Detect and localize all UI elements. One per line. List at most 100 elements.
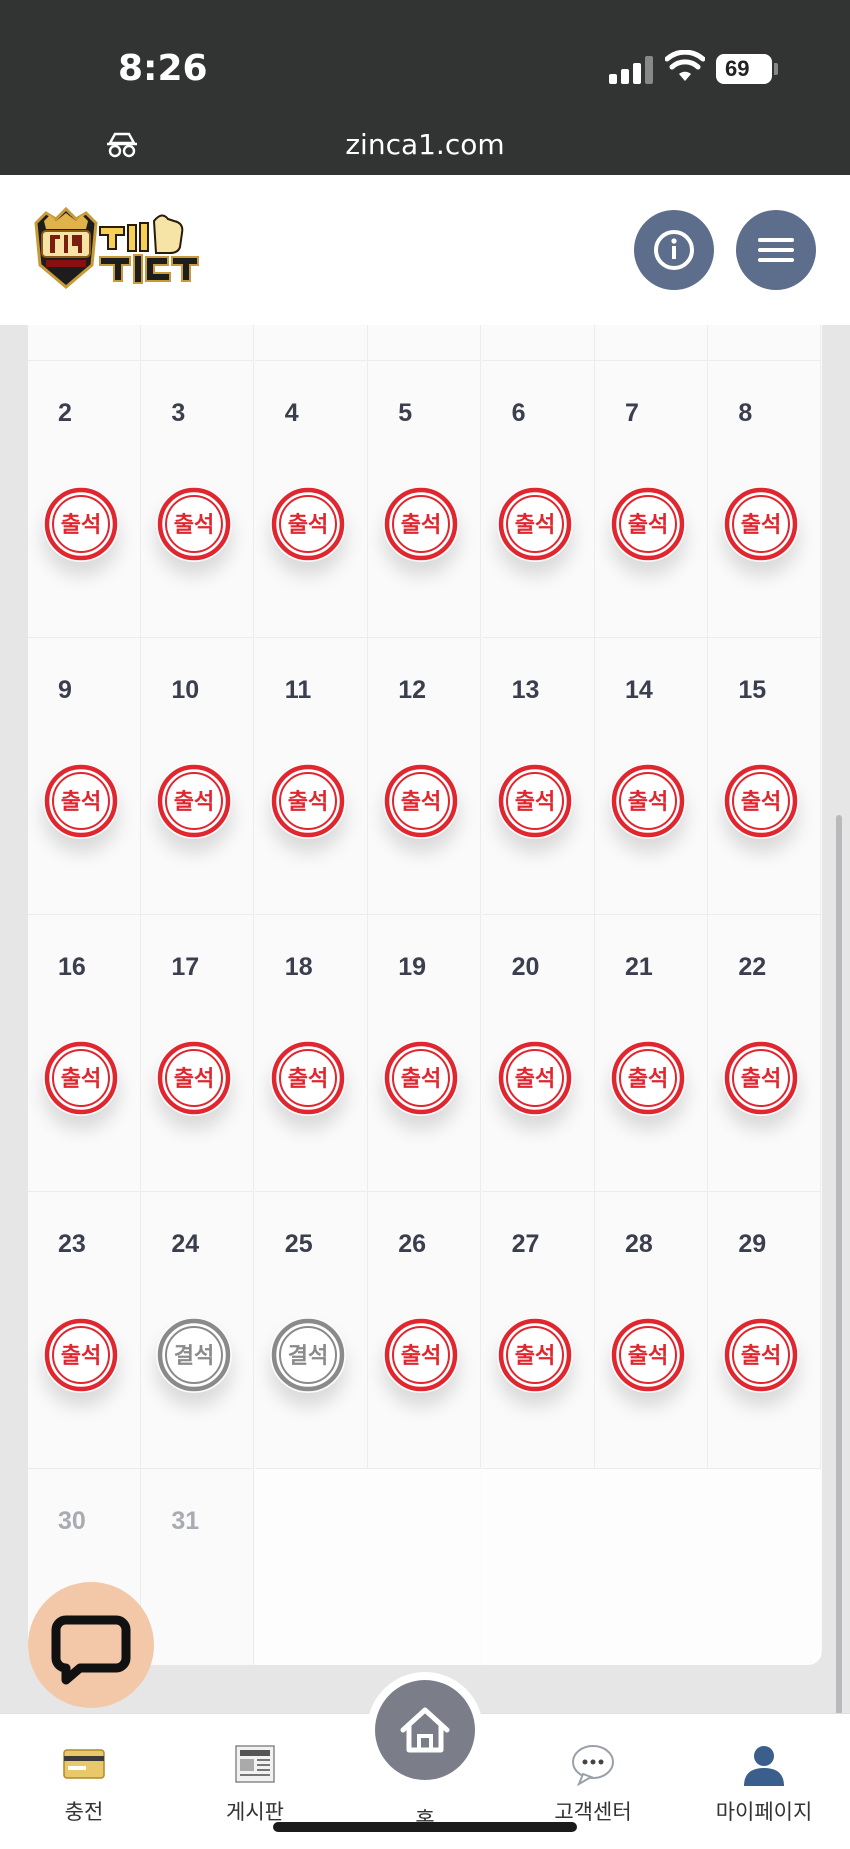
day-number: 15 <box>738 676 767 704</box>
nav-charge[interactable]: 충전 <box>24 1714 144 1834</box>
calendar-day-cell[interactable]: 17 출석 <box>141 915 255 1192</box>
calendar-day-cell[interactable]: 15 출석 <box>708 638 822 915</box>
calendar-day-cell[interactable]: 5 출석 <box>368 361 482 638</box>
calendar-day-cell[interactable]: 20 출석 <box>481 915 595 1192</box>
calendar-day-cell[interactable]: 4 출석 <box>254 361 368 638</box>
clock: 8:26 <box>118 48 208 89</box>
day-number: 4 <box>284 399 299 427</box>
calendar-day-cell[interactable]: 14 출석 <box>595 638 708 915</box>
card-icon <box>63 1749 105 1779</box>
attendance-stamp-icon: 출석 <box>610 1040 686 1116</box>
calendar-cell-empty <box>254 325 368 361</box>
calendar-day-cell[interactable]: 21 출석 <box>595 915 708 1192</box>
calendar-day-cell[interactable]: 29 출석 <box>708 1192 822 1469</box>
newspaper-icon <box>235 1745 275 1783</box>
calendar-day-cell[interactable]: 31 <box>141 1469 255 1665</box>
chat-icon <box>51 1615 131 1685</box>
day-number: 29 <box>738 1230 767 1258</box>
day-number: 16 <box>58 953 86 981</box>
day-number: 7 <box>625 399 639 427</box>
calendar-day-cell[interactable]: 18 출석 <box>254 915 368 1192</box>
scrollbar[interactable] <box>836 815 842 1715</box>
calendar-day-cell[interactable]: 26 출석 <box>368 1192 482 1469</box>
stamp-label: 출석 <box>628 513 668 538</box>
attendance-stamp-icon: 출석 <box>43 1317 119 1393</box>
attendance-stamp-icon: 출석 <box>270 763 346 839</box>
attendance-stamp-icon: 출석 <box>383 763 459 839</box>
calendar-cell-empty <box>481 325 595 361</box>
battery-icon: 69 <box>716 54 778 84</box>
stamp-label: 출석 <box>741 790 781 815</box>
stamp-label: 출석 <box>741 1067 781 1092</box>
calendar-day-cell[interactable]: 10 출석 <box>141 638 255 915</box>
speech-bubble-icon <box>572 1745 614 1786</box>
hamburger-menu-icon <box>758 238 794 262</box>
attendance-stamp-icon: 출석 <box>156 763 232 839</box>
day-number: 17 <box>171 953 200 981</box>
calendar-day-cell[interactable]: 2 출석 <box>28 361 141 638</box>
day-number: 26 <box>398 1230 426 1258</box>
calendar-day-cell[interactable]: 19 출석 <box>368 915 482 1192</box>
day-number: 30 <box>58 1507 86 1535</box>
day-number: 18 <box>284 953 313 981</box>
attendance-stamp-icon: 출석 <box>723 1040 799 1116</box>
stamp-label: 출석 <box>628 1067 668 1092</box>
absence-stamp-icon: 결석 <box>270 1317 346 1393</box>
calendar-day-cell[interactable]: 7 출석 <box>595 361 708 638</box>
menu-button[interactable] <box>736 210 816 290</box>
attendance-stamp-icon: 출석 <box>383 1317 459 1393</box>
attendance-stamp-icon: 출석 <box>270 1040 346 1116</box>
calendar-cell-empty <box>28 325 141 361</box>
calendar-cell-empty <box>595 1469 708 1665</box>
casino-logo[interactable] <box>30 205 210 295</box>
day-number: 28 <box>625 1230 653 1258</box>
stamp-label: 출석 <box>741 1344 781 1369</box>
home-button-inner <box>375 1680 475 1780</box>
calendar-day-cell[interactable]: 22 출석 <box>708 915 822 1192</box>
day-number: 8 <box>738 399 753 427</box>
calendar-day-cell[interactable]: 8 출석 <box>708 361 822 638</box>
calendar-day-cell[interactable]: 16 출석 <box>28 915 141 1192</box>
calendar-day-cell[interactable]: 28 출석 <box>595 1192 708 1469</box>
day-number: 13 <box>511 676 540 704</box>
calendar-cell-empty <box>481 1469 595 1665</box>
attendance-stamp-icon: 출석 <box>610 1317 686 1393</box>
stamp-label: 출석 <box>628 790 668 815</box>
home-button[interactable] <box>367 1672 483 1788</box>
calendar-day-cell[interactable]: 13 출석 <box>481 638 595 915</box>
nav-label: 마이페이지 <box>715 1801 813 1824</box>
stamp-label: 출석 <box>61 1344 101 1369</box>
stamp-label: 출석 <box>401 1067 441 1092</box>
day-number: 25 <box>284 1230 313 1258</box>
calendar-day-cell[interactable]: 24 결석 <box>141 1192 255 1469</box>
address-bar-url[interactable]: zinca1.com <box>0 128 850 161</box>
day-number: 24 <box>171 1230 200 1258</box>
attendance-stamp-icon: 출석 <box>43 763 119 839</box>
day-number: 12 <box>398 676 426 704</box>
info-button[interactable] <box>634 210 714 290</box>
attendance-stamp-icon: 출석 <box>497 1317 573 1393</box>
stamp-label: 출석 <box>401 513 441 538</box>
calendar-day-cell[interactable]: 11 출석 <box>254 638 368 915</box>
nav-label: 충전 <box>64 1801 104 1824</box>
day-number: 21 <box>625 953 653 981</box>
nav-my-page[interactable]: 마이페이지 <box>704 1714 824 1834</box>
calendar-day-cell[interactable]: 25 결석 <box>254 1192 368 1469</box>
nav-board[interactable]: 게시판 <box>195 1714 315 1834</box>
chat-button[interactable] <box>28 1582 154 1708</box>
nav-customer-center[interactable]: 고객센터 <box>533 1714 653 1834</box>
day-number: 27 <box>511 1230 540 1258</box>
stamp-label: 출석 <box>61 513 101 538</box>
calendar-day-cell[interactable]: 23 출석 <box>28 1192 141 1469</box>
home-indicator <box>273 1822 577 1832</box>
calendar-day-cell[interactable]: 6 출석 <box>481 361 595 638</box>
stamp-label: 출석 <box>401 1344 441 1369</box>
calendar-day-cell[interactable]: 3 출석 <box>141 361 255 638</box>
day-number: 14 <box>625 676 653 704</box>
stamp-label: 출석 <box>514 790 554 815</box>
calendar-day-cell[interactable]: 27 출석 <box>481 1192 595 1469</box>
absence-stamp-icon: 결석 <box>156 1317 232 1393</box>
calendar-day-cell[interactable]: 9 출석 <box>28 638 141 915</box>
calendar-cell-empty <box>708 1469 822 1665</box>
calendar-day-cell[interactable]: 12 출석 <box>368 638 482 915</box>
